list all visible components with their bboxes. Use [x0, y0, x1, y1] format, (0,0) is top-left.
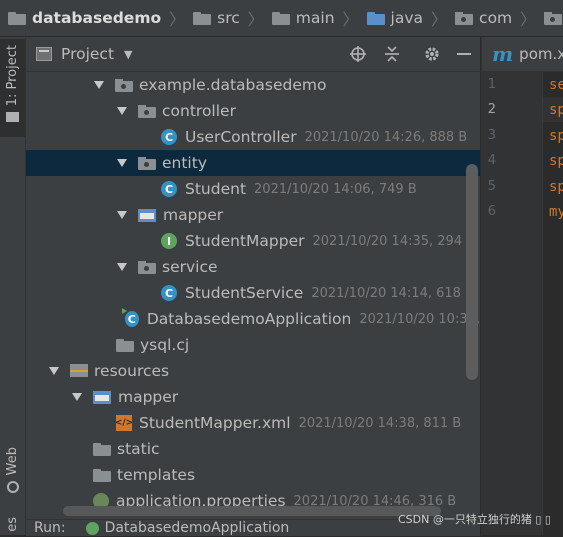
breadcrumb-item-src[interactable]: src 〉	[185, 6, 264, 30]
folder-icon	[93, 442, 111, 456]
tree-item-ysql-cj[interactable]: ysql.cj	[26, 332, 480, 358]
collapse-all-icon[interactable]	[380, 37, 404, 71]
tree-item-static[interactable]: static	[26, 436, 480, 462]
chevron-right-icon: 〉	[342, 10, 359, 29]
editor-pane: m pom.x 1 2 3 4 5 6 se sp sp sp sp my	[481, 37, 563, 535]
expand-arrow-icon[interactable]	[117, 263, 127, 271]
expand-arrow-icon[interactable]	[94, 81, 104, 89]
globe-icon	[6, 481, 19, 494]
editor-gutter: 1 2 3 4 5 6	[482, 72, 543, 535]
package-icon	[138, 260, 156, 274]
resources-folder-icon	[70, 364, 88, 378]
xml-file-icon: </>	[115, 415, 133, 431]
tree-item-studentservice[interactable]: C StudentService 2021/10/20 14:14, 618 B	[26, 280, 480, 306]
expand-arrow-icon[interactable]	[49, 367, 59, 375]
left-tool-strip: 1: Project Web es	[0, 37, 26, 535]
class-icon: C	[161, 285, 177, 301]
line-number: 5	[487, 179, 496, 194]
tree-item-studentmapper-xml[interactable]: </> StudentMapper.xml 2021/10/20 14:38, …	[26, 410, 480, 436]
editor-tab-pom[interactable]: m pom.x	[482, 37, 563, 72]
web-tool-tab[interactable]: Web	[0, 447, 25, 509]
package-icon	[138, 104, 156, 118]
breadcrumb-item-com[interactable]: com 〉	[447, 6, 536, 30]
expand-arrow-icon[interactable]	[117, 211, 127, 219]
line-number: 6	[487, 204, 496, 219]
watermark: CSDN @一只特立独行的猪 ▯ ▯	[398, 513, 551, 526]
minimize-icon[interactable]	[452, 37, 476, 71]
expand-arrow-icon[interactable]	[117, 159, 127, 167]
folder-icon	[93, 468, 111, 482]
package-icon	[544, 11, 563, 25]
folder-icon	[271, 11, 290, 25]
spring-app-icon: C	[121, 308, 139, 327]
tree-vertical-scrollbar[interactable]	[466, 164, 478, 380]
folder-icon	[93, 390, 111, 404]
code-line[interactable]: sp	[549, 128, 563, 144]
structure-tool-tab[interactable]: es	[0, 517, 25, 537]
interface-icon: I	[161, 233, 177, 249]
line-number: 1	[487, 77, 496, 92]
package-icon	[455, 11, 474, 25]
tree-item-databasedemoapplication[interactable]: C DatabasedemoApplication 2021/10/20 10:…	[26, 306, 480, 332]
tree-item-student[interactable]: C Student 2021/10/20 14:06, 749 B	[26, 176, 480, 202]
project-view-selector[interactable]: Project ▼	[36, 45, 133, 63]
project-tree: example.databasedemo controller C UserCo…	[26, 72, 480, 535]
project-tool-tab[interactable]: 1: Project	[0, 39, 25, 137]
class-icon: C	[161, 129, 177, 145]
code-line[interactable]: sp	[549, 153, 563, 169]
tree-item-service[interactable]: service	[26, 254, 480, 280]
expand-arrow-icon[interactable]	[117, 107, 127, 115]
tree-item-studentmapper[interactable]: I StudentMapper 2021/10/20 14:35, 294 B	[26, 228, 480, 254]
package-icon	[138, 156, 156, 170]
tree-item-controller[interactable]: controller	[26, 98, 480, 124]
tree-item-entity[interactable]: entity	[26, 150, 480, 176]
tree-item-usercontroller[interactable]: C UserController 2021/10/20 14:26, 888 B	[26, 124, 480, 150]
code-line[interactable]: sp	[549, 179, 563, 195]
folder-icon	[6, 112, 19, 123]
breadcrumb-item-example[interactable]: example 〉	[536, 6, 563, 30]
line-number: 2	[487, 102, 496, 117]
folder-icon	[8, 11, 26, 25]
gear-icon[interactable]	[420, 37, 444, 71]
line-number: 4	[487, 153, 496, 168]
folder-icon	[193, 11, 212, 25]
expand-arrow-icon[interactable]	[72, 393, 82, 401]
code-line[interactable]: sp	[549, 102, 563, 118]
chevron-right-icon: 〉	[169, 10, 186, 29]
folder-icon	[116, 338, 134, 352]
project-panel: Project ▼ example.databasedemo controlle…	[26, 37, 480, 535]
breadcrumb: databasedemo 〉 src 〉 main 〉 java 〉 com 〉…	[0, 0, 563, 37]
line-number: 3	[487, 128, 496, 143]
tree-horizontal-scrollbar[interactable]	[63, 506, 441, 516]
breadcrumb-item-main[interactable]: main 〉	[264, 6, 359, 30]
package-icon	[138, 208, 156, 222]
code-line[interactable]: se	[549, 77, 563, 93]
chevron-right-icon: 〉	[520, 10, 537, 29]
class-icon: C	[161, 181, 177, 197]
project-toolbar: Project ▼	[26, 37, 480, 72]
chevron-right-icon: 〉	[431, 10, 448, 29]
project-icon	[36, 47, 52, 61]
maven-icon: m	[492, 42, 514, 66]
chevron-right-icon: 〉	[247, 10, 264, 29]
spring-app-icon	[85, 521, 99, 535]
tree-item-templates[interactable]: templates	[26, 462, 480, 488]
tree-item-mapper-folder[interactable]: mapper	[26, 384, 480, 410]
source-folder-icon	[366, 11, 385, 25]
chevron-down-icon: ▼	[124, 47, 133, 61]
package-icon	[115, 78, 133, 92]
run-label: Run:	[34, 520, 66, 536]
code-line[interactable]: my	[549, 204, 563, 220]
tree-item-resources[interactable]: resources	[26, 358, 480, 384]
breadcrumb-item-databasedemo[interactable]: databasedemo 〉	[0, 6, 185, 30]
breadcrumb-item-java[interactable]: java 〉	[359, 6, 448, 30]
run-configuration-tab[interactable]: DatabasedemoApplication	[105, 520, 290, 536]
tree-item-mapper-package[interactable]: mapper	[26, 202, 480, 228]
tree-item-example-databasedemo[interactable]: example.databasedemo	[26, 72, 480, 98]
locate-icon[interactable]	[346, 37, 370, 71]
